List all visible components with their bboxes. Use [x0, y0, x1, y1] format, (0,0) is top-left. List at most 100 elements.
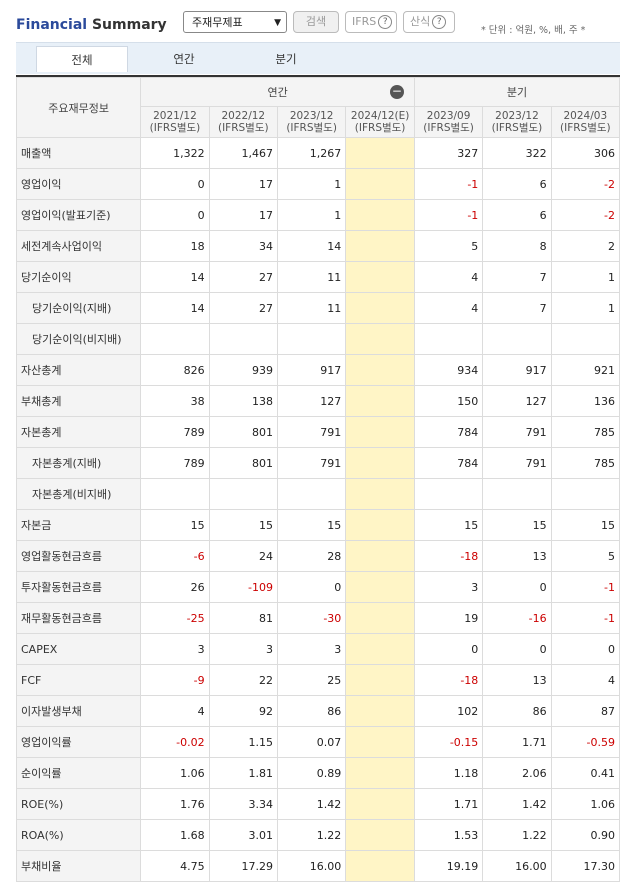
- table-cell: 791: [482, 416, 552, 448]
- table-cell: 4: [550, 664, 620, 696]
- table-cell: [208, 478, 278, 510]
- table-cell: 801: [208, 447, 278, 479]
- table-cell: 92: [208, 695, 278, 727]
- table-cell: 127: [276, 385, 347, 417]
- row-label: 자산총계: [15, 354, 142, 386]
- table-cell: 150: [413, 385, 484, 417]
- table-cell: [345, 633, 415, 665]
- collapse-icon[interactable]: −: [389, 85, 404, 99]
- row-label: 당기순이익(지배): [15, 292, 142, 324]
- table-cell: [550, 478, 620, 510]
- table-cell: 0.41: [550, 757, 620, 789]
- table-cell: 28: [276, 540, 347, 572]
- row-label: 당기순이익: [15, 261, 142, 293]
- column-basis: (IFRS별도): [217, 122, 269, 134]
- table-cell: 14: [140, 261, 210, 293]
- table-cell: 15: [208, 509, 278, 541]
- table-cell: [276, 323, 347, 355]
- tab-quarter[interactable]: 분기: [240, 46, 332, 72]
- table-cell: [208, 323, 278, 355]
- table-cell: 5: [550, 540, 620, 572]
- row-label: 자본총계(지배): [15, 447, 142, 479]
- column-basis: (IFRS별도): [491, 122, 543, 134]
- table-cell: [345, 757, 415, 789]
- column-header: 2023/09 (IFRS별도): [413, 106, 484, 138]
- row-label: 영업활동현금흐름: [15, 540, 142, 572]
- row-label: 영업이익(발표기준): [15, 199, 142, 231]
- table-row: 영업이익(발표기준) 0 17 1 -1 6 -2: [15, 199, 620, 231]
- table-row: 세전계속사업이익 18 34 14 5 8 2: [15, 230, 620, 262]
- table-cell: 1,267: [276, 137, 347, 169]
- table-cell: 22: [208, 664, 278, 696]
- table-cell: 1: [276, 168, 347, 200]
- table-cell: 0: [276, 571, 347, 603]
- table-cell: 81: [208, 602, 278, 634]
- table-cell: 934: [413, 354, 484, 386]
- table-cell: 102: [413, 695, 484, 727]
- column-header: 2023/12 (IFRS별도): [482, 106, 552, 138]
- row-label: 영업이익률: [15, 726, 142, 758]
- table-row: 부채비율 4.75 17.29 16.00 19.19 16.00 17.30: [15, 850, 620, 882]
- ifrs-help-button[interactable]: IFRS?: [345, 11, 397, 33]
- table-cell: 939: [208, 354, 278, 386]
- table-cell: 27: [208, 261, 278, 293]
- table-cell: [345, 199, 415, 231]
- row-label: 순이익률: [15, 757, 142, 789]
- table-cell: 13: [482, 540, 552, 572]
- table-row: ROE(%) 1.76 3.34 1.42 1.71 1.42 1.06: [15, 788, 620, 820]
- tab-all[interactable]: 전체: [36, 46, 128, 72]
- search-button[interactable]: 검색: [293, 11, 339, 33]
- row-label: 부채총계: [15, 385, 142, 417]
- row-label: 투자활동현금흐름: [15, 571, 142, 603]
- formula-label: 산식: [410, 15, 431, 28]
- table-cell: [345, 509, 415, 541]
- column-header: 2021/12 (IFRS별도): [140, 106, 210, 138]
- column-basis: (IFRS별도): [286, 122, 337, 134]
- column-period: 2022/12: [221, 110, 266, 122]
- table-cell: [413, 478, 484, 510]
- table-cell: [345, 137, 415, 169]
- table-cell: 1: [550, 261, 620, 293]
- row-label: 자본총계(비지배): [15, 478, 142, 510]
- table-row: CAPEX 3 3 3 0 0 0: [15, 633, 620, 665]
- formula-help-button[interactable]: 산식?: [403, 11, 455, 33]
- statement-type-select[interactable]: 주재무제표 ▼: [183, 11, 287, 33]
- table-cell: 1.06: [140, 757, 210, 789]
- table-cell: [413, 323, 484, 355]
- row-label: 부채비율: [15, 850, 142, 882]
- table-cell: -0.02: [140, 726, 210, 758]
- table-cell: 8: [482, 230, 552, 262]
- table-cell: 15: [482, 509, 552, 541]
- financial-summary-table: 주요재무정보 연간 − 분기 2021/12 (IFRS별도) 2022/12 (IF…: [15, 77, 620, 882]
- row-label: 세전계속사업이익: [15, 230, 142, 262]
- table-cell: 5: [413, 230, 484, 262]
- table-cell: 791: [276, 416, 347, 448]
- table-cell: -2: [550, 199, 620, 231]
- table-cell: 15: [140, 509, 210, 541]
- table-cell: [345, 416, 415, 448]
- table-cell: [345, 261, 415, 293]
- table-cell: [345, 602, 415, 634]
- tab-annual[interactable]: 연간: [138, 46, 230, 72]
- annual-group-header: 연간 −: [140, 77, 415, 107]
- table-cell: 3: [140, 633, 210, 665]
- table-row: 당기순이익(지배) 14 27 11 4 7 1: [15, 292, 620, 324]
- row-label: 자본총계: [15, 416, 142, 448]
- row-label: 영업이익: [15, 168, 142, 200]
- table-cell: [345, 230, 415, 262]
- table-cell: 917: [276, 354, 347, 386]
- table-cell: [550, 323, 620, 355]
- row-label: 재무활동현금흐름: [15, 602, 142, 634]
- table-cell: -30: [276, 602, 347, 634]
- row-label: 당기순이익(비지배): [15, 323, 142, 355]
- table-cell: 16.00: [276, 850, 347, 882]
- table-row: ROA(%) 1.68 3.01 1.22 1.53 1.22 0.90: [15, 819, 620, 851]
- table-cell: -25: [140, 602, 210, 634]
- table-row: 투자활동현금흐름 26 -109 0 3 0 -1: [15, 571, 620, 603]
- table-cell: 38: [140, 385, 210, 417]
- table-cell: 6: [482, 199, 552, 231]
- table-row: 당기순이익(비지배): [15, 323, 620, 355]
- table-cell: 87: [550, 695, 620, 727]
- table-cell: 1,467: [208, 137, 278, 169]
- table-cell: 1.22: [276, 819, 347, 851]
